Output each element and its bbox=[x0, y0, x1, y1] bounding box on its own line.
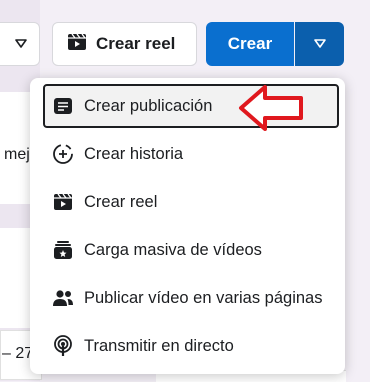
menu-item-label: Crear historia bbox=[84, 144, 184, 163]
create-reel-button[interactable]: Crear reel bbox=[52, 22, 197, 66]
create-button[interactable]: Crear bbox=[206, 22, 294, 66]
chevron-down-icon bbox=[15, 34, 27, 54]
menu-item-label: Carga masiva de vídeos bbox=[84, 240, 262, 259]
create-reel-label: Crear reel bbox=[96, 34, 176, 53]
menu-item-create-story[interactable]: Crear historia bbox=[43, 132, 339, 176]
post-icon bbox=[51, 94, 75, 118]
menu-item-label: Crear reel bbox=[84, 192, 158, 211]
menu-item-label: Transmitir en directo bbox=[84, 336, 234, 355]
menu-item-label: Crear publicación bbox=[84, 96, 213, 115]
create-options-dropdown-button[interactable] bbox=[295, 22, 344, 66]
bulk-upload-icon bbox=[51, 238, 75, 262]
annotation-arrow-icon bbox=[238, 84, 304, 137]
live-icon bbox=[51, 334, 75, 358]
menu-item-publish-multiple-pages[interactable]: Publicar vídeo en varias páginas bbox=[43, 276, 339, 320]
create-label: Crear bbox=[227, 34, 273, 53]
reel-icon bbox=[51, 190, 75, 214]
reel-icon bbox=[67, 32, 87, 57]
people-icon bbox=[51, 286, 75, 310]
chevron-down-icon bbox=[313, 34, 326, 54]
menu-item-create-reel[interactable]: Crear reel bbox=[43, 180, 339, 224]
filter-dropdown-button[interactable] bbox=[0, 22, 40, 66]
menu-item-bulk-upload[interactable]: Carga masiva de vídeos bbox=[43, 228, 339, 272]
add-story-icon bbox=[51, 142, 75, 166]
menu-item-go-live[interactable]: Transmitir en directo bbox=[43, 324, 339, 368]
menu-item-label: Publicar vídeo en varias páginas bbox=[84, 288, 323, 307]
